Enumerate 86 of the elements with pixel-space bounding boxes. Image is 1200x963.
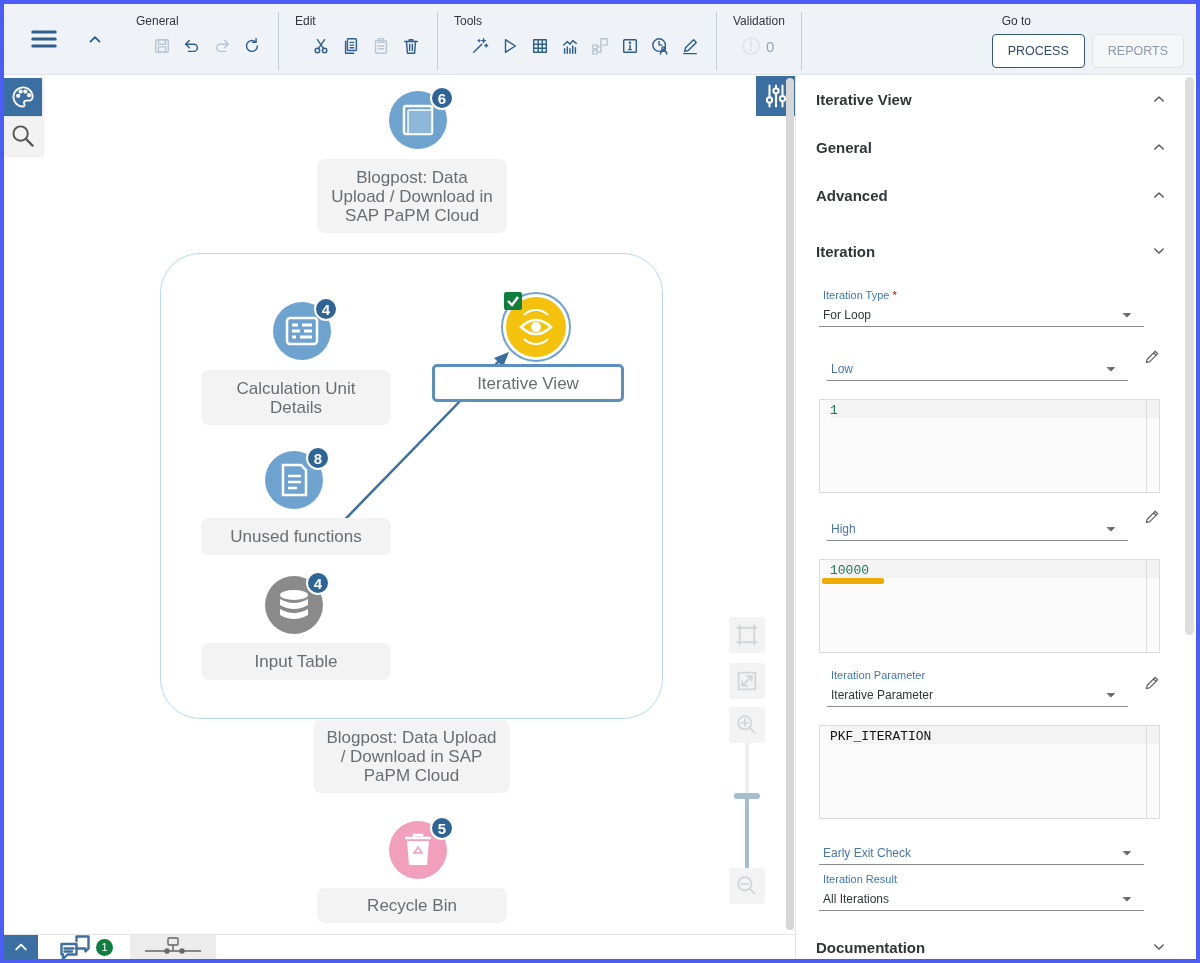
section-header[interactable]: Iterative View bbox=[796, 75, 1196, 123]
code-editor[interactable]: 1 bbox=[819, 399, 1160, 493]
group-title: Tools bbox=[454, 14, 483, 30]
person-clock-icon bbox=[651, 37, 669, 55]
slider-handle[interactable] bbox=[734, 792, 760, 799]
pencil-icon[interactable] bbox=[1144, 509, 1160, 525]
search-icon bbox=[11, 124, 35, 148]
count-badge: 4 bbox=[306, 571, 330, 595]
node-label[interactable]: Recycle Bin bbox=[317, 888, 507, 923]
zoom-out-icon bbox=[736, 875, 758, 897]
zoom-in-icon bbox=[736, 714, 758, 736]
scissors-icon bbox=[312, 37, 330, 55]
count-badge: 4 bbox=[314, 297, 338, 321]
info-icon bbox=[621, 37, 639, 55]
palette-button[interactable] bbox=[4, 78, 42, 116]
field-label: Iteration Parameter bbox=[831, 669, 927, 681]
caret-down-icon bbox=[1122, 848, 1132, 858]
group-title: Go to bbox=[1001, 14, 1031, 30]
node-label[interactable]: Calculation Unit Details bbox=[201, 370, 391, 425]
count-badge: 6 bbox=[430, 86, 454, 110]
clipboard-icon bbox=[372, 37, 390, 55]
search-button[interactable] bbox=[4, 117, 42, 155]
node-label[interactable]: Input Table bbox=[201, 643, 391, 680]
node-label[interactable]: Unused functions bbox=[201, 518, 391, 555]
message-count-badge: 1 bbox=[96, 938, 113, 956]
pencil-icon[interactable] bbox=[1144, 349, 1160, 365]
recycle-bin-icon[interactable] bbox=[389, 821, 447, 879]
select-field[interactable]: High bbox=[827, 511, 1128, 541]
grid-icon bbox=[531, 37, 549, 55]
group-title: Edit bbox=[295, 14, 317, 30]
caret-down-icon bbox=[1122, 894, 1132, 904]
select-field[interactable]: Iteration Type * For Loop bbox=[819, 289, 1144, 327]
pencil-icon[interactable] bbox=[1144, 675, 1160, 691]
group-title: Validation bbox=[733, 14, 785, 30]
count-badge: 8 bbox=[306, 446, 330, 470]
copy-icon bbox=[342, 37, 360, 55]
document-node-icon[interactable] bbox=[265, 451, 323, 509]
caret-down-icon bbox=[1106, 524, 1116, 534]
code-text: 1 bbox=[829, 402, 839, 420]
group-label: Blogpost: Data Upload / Download in SAP PaPM Cloud bbox=[313, 720, 510, 793]
code-text: PKF_ITERATION bbox=[829, 728, 933, 746]
select-field[interactable]: Iteration Result All Iterations bbox=[819, 873, 1144, 911]
expand-icon bbox=[735, 669, 759, 693]
form-node-icon[interactable] bbox=[273, 302, 331, 360]
scrollbar[interactable] bbox=[786, 78, 794, 930]
field-label: Iteration Type * bbox=[823, 289, 898, 301]
overview-tab[interactable] bbox=[130, 935, 216, 959]
select-field[interactable]: Low bbox=[827, 351, 1128, 381]
wand-icon bbox=[471, 37, 489, 55]
redo-icon bbox=[213, 37, 231, 55]
database-node-icon[interactable] bbox=[265, 576, 323, 634]
section-header[interactable]: Advanced bbox=[796, 171, 1196, 219]
count-badge: 5 bbox=[430, 816, 454, 840]
trash-icon bbox=[402, 37, 420, 55]
section-header[interactable]: Iteration bbox=[796, 219, 1196, 275]
caret-down-icon bbox=[1106, 690, 1116, 700]
code-editor[interactable]: PKF_ITERATION bbox=[819, 725, 1160, 819]
network-icon bbox=[143, 937, 203, 957]
caret-down-icon bbox=[1106, 364, 1116, 374]
refresh-icon bbox=[243, 37, 261, 55]
frame-icon bbox=[735, 623, 759, 647]
error-count: 0 bbox=[766, 37, 775, 55]
select-field[interactable]: Early Exit Check bbox=[819, 835, 1144, 865]
code-editor[interactable]: 10000 bbox=[819, 559, 1160, 653]
select-field[interactable]: Iteration Parameter Iterative Parameter bbox=[827, 669, 1128, 707]
expand-button[interactable] bbox=[4, 935, 38, 959]
hierarchy-icon bbox=[591, 37, 609, 55]
chat-icon bbox=[60, 932, 90, 959]
field-label: Iteration Result bbox=[823, 873, 898, 885]
palette-icon bbox=[11, 85, 35, 109]
sliders-icon bbox=[763, 83, 789, 109]
caret-down-icon bbox=[1122, 310, 1132, 320]
model-node-icon[interactable] bbox=[389, 91, 447, 149]
eye-node-icon[interactable] bbox=[501, 292, 571, 362]
navigation-button[interactable]: PROCESS bbox=[991, 34, 1085, 68]
save-icon bbox=[153, 37, 171, 55]
section-header[interactable]: Documentation bbox=[796, 923, 1196, 959]
code-text: 10000 bbox=[829, 562, 870, 580]
scrollbar[interactable] bbox=[1185, 77, 1194, 635]
pencil-icon bbox=[681, 37, 699, 55]
section-header[interactable]: General bbox=[796, 123, 1196, 171]
node-label[interactable]: Blogpost: Data Upload / Download in SAP PaPM Cloud bbox=[317, 159, 507, 233]
undo-icon bbox=[183, 37, 201, 55]
node-label[interactable]: Iterative View bbox=[432, 364, 624, 402]
bar-chart-icon bbox=[561, 37, 579, 55]
group-title: General bbox=[136, 14, 180, 30]
